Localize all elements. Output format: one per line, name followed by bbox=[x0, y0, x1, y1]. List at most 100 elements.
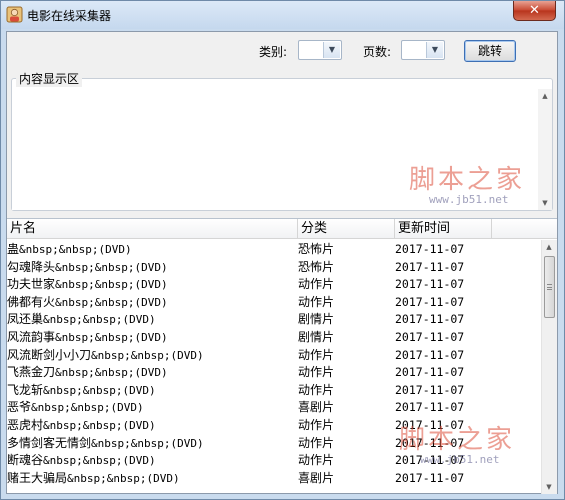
movie-category: 恐怖片 bbox=[298, 242, 335, 256]
movie-date: 2017-11-07 bbox=[395, 259, 465, 274]
movie-suffix: &nbsp;&nbsp;(DVD) bbox=[67, 471, 180, 485]
category-select[interactable]: ▼ bbox=[298, 40, 342, 60]
grip-icon bbox=[547, 284, 552, 290]
movie-title: 断魂谷 bbox=[7, 453, 44, 468]
movie-category: 动作片 bbox=[298, 365, 335, 380]
movie-title: 凤还巢 bbox=[7, 312, 44, 327]
content-scrollbar[interactable]: ▲ ▼ bbox=[538, 89, 552, 210]
movie-date: 2017-11-07 bbox=[395, 382, 465, 397]
movie-title: 飞龙斩 bbox=[7, 382, 44, 397]
movie-category: 喜剧片 bbox=[298, 470, 335, 485]
movie-title: 赌王大骗局 bbox=[7, 470, 68, 485]
movie-category: 剧情片 bbox=[298, 312, 335, 327]
movie-name: 多情剑客无情剑&nbsp;&nbsp;(DVD) bbox=[7, 434, 297, 453]
table-row[interactable]: 风流断剑小小刀&nbsp;&nbsp;(DVD) 动作片 2017-11-07 bbox=[7, 346, 542, 364]
scroll-down-icon[interactable]: ▼ bbox=[538, 196, 552, 210]
movie-category: 动作片 bbox=[298, 294, 335, 309]
scroll-up-icon[interactable]: ▲ bbox=[538, 89, 552, 103]
table-row[interactable]: 佛都有火&nbsp;&nbsp;(DVD) 动作片 2017-11-07 bbox=[7, 293, 542, 311]
movie-category: 动作片 bbox=[298, 435, 335, 450]
movie-title: 功夫世家 bbox=[7, 277, 56, 292]
movie-category: 动作片 bbox=[298, 347, 335, 362]
close-button[interactable]: ✕ bbox=[513, 1, 556, 21]
list-header: 片名 分类 更新时间 bbox=[7, 219, 557, 239]
movie-name: 飞龙斩&nbsp;&nbsp;(DVD) bbox=[7, 381, 297, 400]
movie-name: 凤还巢&nbsp;&nbsp;(DVD) bbox=[7, 310, 297, 329]
watermark-url: www.jb51.net bbox=[429, 193, 509, 206]
movie-name: 恶爷&nbsp;&nbsp;(DVD) bbox=[7, 398, 297, 417]
table-row[interactable]: 飞龙斩&nbsp;&nbsp;(DVD) 动作片 2017-11-07 bbox=[7, 381, 542, 399]
movie-suffix: &nbsp;&nbsp;(DVD) bbox=[55, 295, 168, 309]
table-row[interactable]: 凤还巢&nbsp;&nbsp;(DVD) 剧情片 2017-11-07 bbox=[7, 310, 542, 328]
movie-title: 勾魂降头 bbox=[7, 259, 56, 274]
movie-date: 2017-11-07 bbox=[395, 312, 465, 327]
column-header-date[interactable]: 更新时间 bbox=[395, 219, 492, 239]
watermark-url: www.jb51.net bbox=[420, 453, 500, 466]
table-row[interactable]: 勾魂降头&nbsp;&nbsp;(DVD) 恐怖片 2017-11-07 bbox=[7, 258, 542, 276]
close-icon: ✕ bbox=[529, 3, 540, 18]
movie-category: 动作片 bbox=[298, 418, 335, 432]
page-select[interactable]: ▼ bbox=[401, 40, 445, 60]
movie-suffix: &nbsp;&nbsp;(DVD) bbox=[31, 401, 144, 415]
movie-date: 2017-11-07 bbox=[395, 242, 465, 256]
movie-name: 恶虎村&nbsp;&nbsp;(DVD) bbox=[7, 416, 297, 435]
movie-name: 断魂谷&nbsp;&nbsp;(DVD) bbox=[7, 451, 297, 470]
movie-title: 蛊 bbox=[7, 242, 20, 256]
table-row[interactable]: 赌王大骗局&nbsp;&nbsp;(DVD) 喜剧片 2017-11-07 bbox=[7, 469, 542, 487]
app-icon bbox=[6, 6, 23, 23]
movie-date: 2017-11-07 bbox=[395, 294, 465, 309]
movie-suffix: &nbsp;&nbsp;(DVD) bbox=[91, 348, 204, 362]
watermark-text: 脚本之家 bbox=[399, 425, 516, 455]
movie-name: 风流断剑小小刀&nbsp;&nbsp;(DVD) bbox=[7, 346, 297, 365]
movie-suffix: &nbsp;&nbsp;(DVD) bbox=[55, 260, 168, 274]
chevron-down-icon[interactable]: ▼ bbox=[426, 42, 443, 58]
movie-suffix: &nbsp;&nbsp;(DVD) bbox=[43, 383, 156, 397]
movie-category: 动作片 bbox=[298, 277, 335, 292]
scroll-thumb[interactable] bbox=[544, 256, 555, 318]
list-scrollbar[interactable]: ▲ ▼ bbox=[541, 240, 557, 494]
table-row[interactable]: 功夫世家&nbsp;&nbsp;(DVD) 动作片 2017-11-07 bbox=[7, 275, 542, 293]
scroll-down-icon[interactable]: ▼ bbox=[542, 480, 556, 494]
movie-date: 2017-11-07 bbox=[395, 277, 465, 292]
movie-name: 赌王大骗局&nbsp;&nbsp;(DVD) bbox=[7, 469, 297, 488]
movie-suffix: &nbsp;&nbsp;(DVD) bbox=[55, 278, 168, 292]
movie-date: 2017-11-07 bbox=[395, 470, 465, 485]
table-row[interactable]: 飞燕金刀&nbsp;&nbsp;(DVD) 动作片 2017-11-07 bbox=[7, 363, 542, 381]
movie-title: 风流韵事 bbox=[7, 330, 56, 344]
movie-name: 功夫世家&nbsp;&nbsp;(DVD) bbox=[7, 275, 297, 294]
column-header-name[interactable]: 片名 bbox=[7, 219, 298, 239]
movie-name: 蛊&nbsp;&nbsp;(DVD) bbox=[7, 240, 297, 259]
table-row[interactable]: 蛊&nbsp;&nbsp;(DVD) 恐怖片 2017-11-07 bbox=[7, 240, 542, 258]
column-header-category[interactable]: 分类 bbox=[298, 219, 395, 239]
movie-suffix: &nbsp;&nbsp;(DVD) bbox=[43, 419, 156, 432]
movie-name: 飞燕金刀&nbsp;&nbsp;(DVD) bbox=[7, 363, 297, 382]
table-row[interactable]: 恶爷&nbsp;&nbsp;(DVD) 喜剧片 2017-11-07 bbox=[7, 398, 542, 416]
movie-category: 喜剧片 bbox=[298, 400, 335, 415]
movie-suffix: &nbsp;&nbsp;(DVD) bbox=[55, 366, 168, 380]
movie-title: 风流断剑小小刀 bbox=[7, 347, 92, 362]
movie-date: 2017-11-07 bbox=[395, 400, 465, 415]
table-row[interactable]: 风流韵事&nbsp;&nbsp;(DVD) 剧情片 2017-11-07 bbox=[7, 328, 542, 346]
movie-date: 2017-11-07 bbox=[395, 365, 465, 380]
movie-name: 风流韵事&nbsp;&nbsp;(DVD) bbox=[7, 328, 297, 347]
category-label: 类别: bbox=[259, 45, 288, 59]
movie-name: 佛都有火&nbsp;&nbsp;(DVD) bbox=[7, 293, 297, 312]
content-group-legend: 内容显示区 bbox=[16, 70, 83, 87]
jump-button[interactable]: 跳转 bbox=[464, 40, 516, 62]
movie-name: 勾魂降头&nbsp;&nbsp;(DVD) bbox=[7, 258, 297, 277]
movie-date: 2017-11-07 bbox=[395, 347, 465, 362]
chevron-down-icon[interactable]: ▼ bbox=[323, 42, 340, 58]
movie-title: 飞燕金刀 bbox=[7, 365, 56, 380]
title-bar[interactable]: 电影在线采集器 ✕ bbox=[1, 1, 564, 29]
movie-title: 恶爷 bbox=[7, 400, 32, 415]
page-label: 页数: bbox=[363, 45, 392, 59]
app-window: 电影在线采集器 ✕ 类别: ▼ 页数: ▼ 跳转 ▲ ▼ 内容显示区 片名 分类… bbox=[0, 0, 565, 500]
scroll-up-icon[interactable]: ▲ bbox=[542, 240, 556, 254]
movie-category: 动作片 bbox=[298, 382, 335, 397]
watermark-text: 脚本之家 bbox=[409, 165, 526, 195]
movie-title: 佛都有火 bbox=[7, 294, 56, 309]
movie-suffix: &nbsp;&nbsp;(DVD) bbox=[19, 243, 132, 256]
movie-title: 多情剑客无情剑 bbox=[7, 435, 92, 450]
movie-category: 动作片 bbox=[298, 453, 335, 468]
movie-category: 恐怖片 bbox=[298, 259, 335, 274]
